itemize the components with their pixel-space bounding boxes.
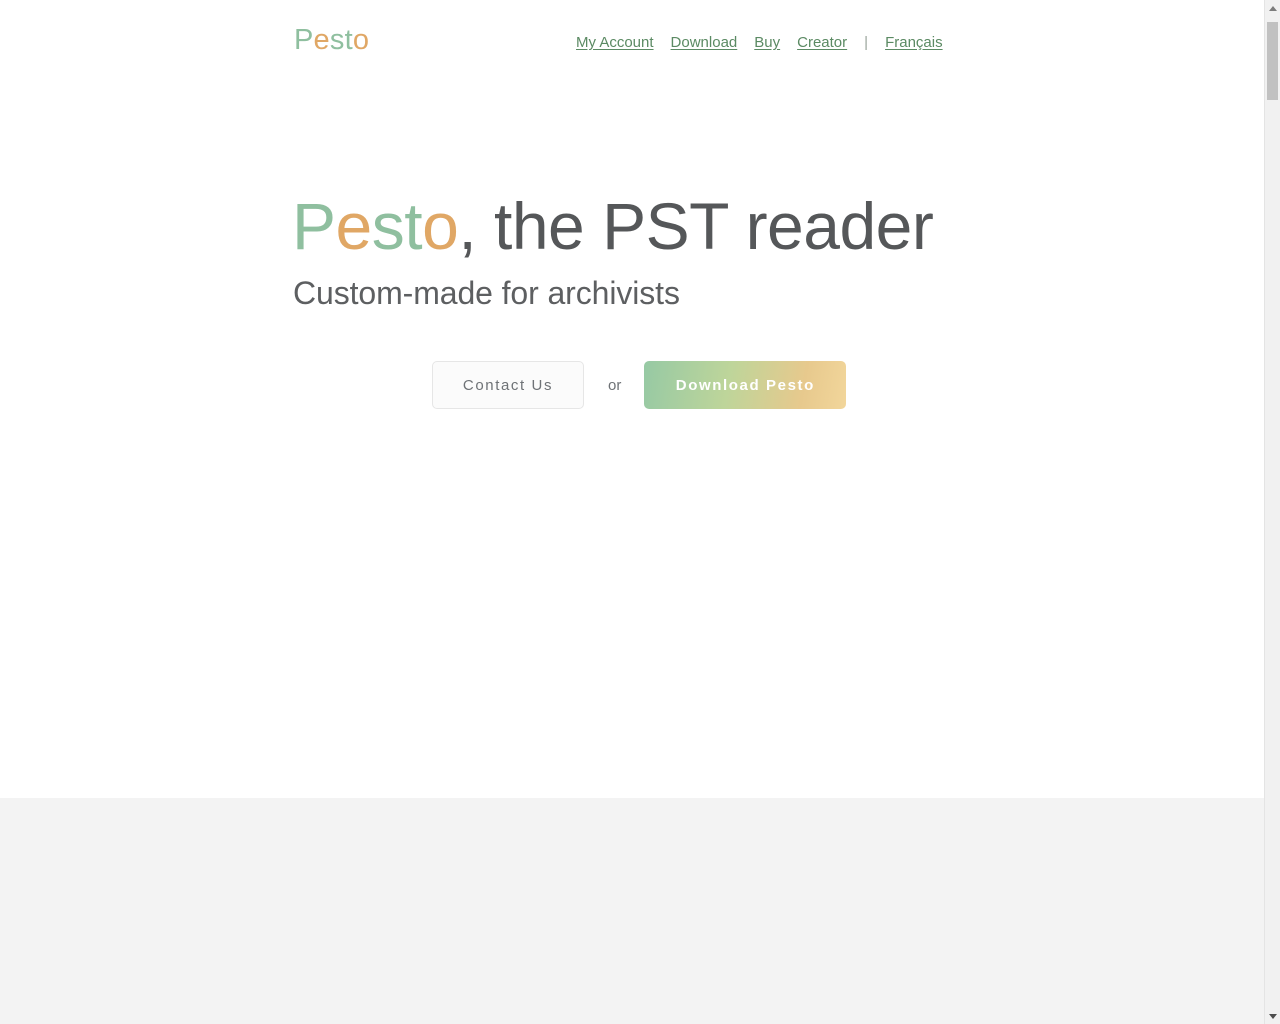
page-title: Pesto, the PST reader: [292, 189, 934, 264]
hero-section: Pesto, the PST reader Custom-made for ar…: [0, 85, 1264, 798]
scroll-up-button[interactable]: [1265, 0, 1280, 16]
hero-brand-letter-s: s: [371, 189, 405, 263]
hero-brand-letter-p: P: [292, 189, 336, 263]
page-viewport: Pesto My Account Download Buy Creator | Franç…: [0, 0, 1264, 1024]
brand-letter-s: s: [329, 24, 345, 56]
secondary-section: [0, 798, 1264, 1024]
main-navigation: My Account Download Buy Creator | Français: [576, 32, 996, 56]
download-pesto-button[interactable]: Download Pesto: [644, 361, 847, 409]
scroll-down-button[interactable]: [1265, 1008, 1280, 1024]
brand-letter-t: t: [344, 24, 353, 56]
brand-letter-p: P: [294, 24, 314, 56]
hero-title-rest: , the PST reader: [458, 189, 934, 263]
brand-logo[interactable]: Pesto: [294, 26, 369, 55]
header-inner: Pesto My Account Download Buy Creator | Franç…: [0, 0, 1264, 85]
hero-brand-letter-e: e: [335, 189, 373, 263]
nav-link-language-francais[interactable]: Français: [885, 34, 943, 51]
contact-us-button[interactable]: Contact Us: [432, 361, 584, 409]
nav-separator: |: [864, 34, 869, 51]
scrollbar-track[interactable]: [1265, 16, 1280, 1008]
scrollbar-thumb[interactable]: [1267, 22, 1278, 100]
site-header: Pesto My Account Download Buy Creator | Franç…: [0, 0, 1264, 85]
nav-link-my-account[interactable]: My Account: [576, 34, 654, 51]
hero-subtitle: Custom-made for archivists: [293, 275, 680, 311]
scroll-down-arrow-icon: [1268, 1013, 1277, 1019]
brand-letter-o: o: [352, 24, 370, 56]
vertical-scrollbar[interactable]: [1264, 0, 1280, 1024]
brand-letter-e: e: [313, 24, 330, 56]
hero-brand-letter-t: t: [404, 189, 423, 263]
or-label: or: [608, 376, 622, 394]
nav-link-creator[interactable]: Creator: [797, 34, 847, 51]
hero-brand-letter-o: o: [422, 189, 459, 263]
nav-link-buy[interactable]: Buy: [754, 34, 780, 51]
nav-link-download[interactable]: Download: [671, 34, 738, 51]
scroll-up-arrow-icon: [1268, 5, 1277, 11]
hero-actions: Contact Us or Download Pesto: [432, 361, 847, 409]
